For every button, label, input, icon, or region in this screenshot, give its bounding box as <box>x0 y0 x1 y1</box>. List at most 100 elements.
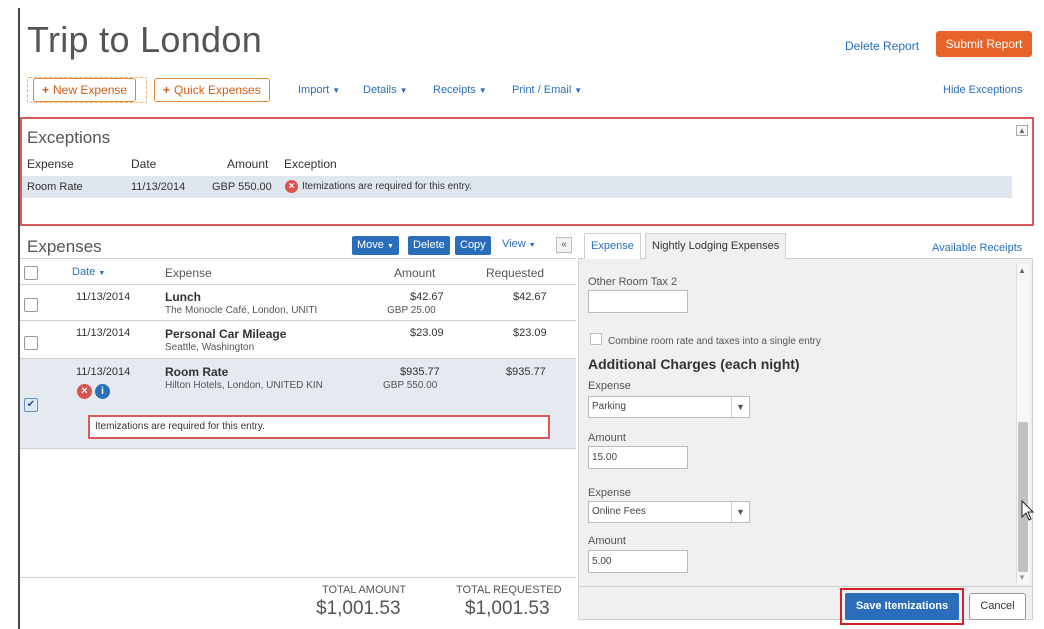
row-checkbox[interactable] <box>24 298 38 312</box>
row-expense-name[interactable]: Room Rate <box>165 365 228 379</box>
copy-button[interactable]: Copy <box>455 236 491 255</box>
row-expense-name[interactable]: Lunch <box>165 290 201 304</box>
view-label: View <box>502 238 526 250</box>
receipts-menu[interactable]: Receipts ▼ <box>433 84 487 96</box>
col-requested-header[interactable]: Requested <box>486 266 544 280</box>
col-expense-header[interactable]: Expense <box>165 266 212 280</box>
row-amount: $23.09 <box>410 327 444 339</box>
print-email-label: Print / Email <box>512 84 572 96</box>
row-exception-message: Itemizations are required for this entry… <box>88 415 550 439</box>
page-title: Trip to London <box>27 19 263 60</box>
totals-divider <box>20 577 576 578</box>
tab-nightly-lodging[interactable]: Nightly Lodging Expenses <box>645 233 787 259</box>
caret-down-icon: ▼ <box>528 242 536 249</box>
charge1-expense-select[interactable]: Parking ▼ <box>588 396 750 418</box>
quick-expenses-button[interactable]: + Quick Expenses <box>154 78 270 102</box>
row-date: 11/13/2014 <box>76 291 131 303</box>
row-expense-detail: Seattle, Washington <box>165 342 255 353</box>
receipts-label: Receipts <box>433 84 476 96</box>
cancel-button[interactable]: Cancel <box>969 593 1026 620</box>
exceptions-row-date: 11/13/2014 <box>131 181 186 193</box>
grid-header-divider <box>20 284 576 285</box>
error-icon: × <box>285 180 298 193</box>
import-label: Import <box>298 84 330 96</box>
delete-report-link[interactable]: Delete Report <box>845 39 919 53</box>
additional-charges-heading: Additional Charges (each night) <box>588 356 800 372</box>
caret-down-icon: ▼ <box>478 86 487 95</box>
row-checkbox[interactable] <box>24 336 38 350</box>
combine-label: Combine room rate and taxes into a singl… <box>608 336 821 347</box>
exceptions-col-exception: Exception <box>284 157 337 171</box>
charge1-expense-value: Parking <box>592 401 626 412</box>
chevron-down-icon: ▼ <box>731 397 749 417</box>
plus-icon: + <box>163 83 171 97</box>
charge1-amount-input[interactable]: 15.00 <box>588 446 688 469</box>
charge2-expense-label: Expense <box>588 487 631 499</box>
row-checkbox-checked[interactable]: ✔ <box>24 398 38 412</box>
scroll-down-icon[interactable]: ▼ <box>1018 573 1026 582</box>
exceptions-col-date: Date <box>131 157 157 171</box>
col-amount-header[interactable]: Amount <box>394 266 435 280</box>
caret-down-icon: ▼ <box>332 86 341 95</box>
hide-exceptions-link[interactable]: Hide Exceptions <box>943 84 1023 96</box>
quick-expenses-label: Quick Expenses <box>174 83 261 97</box>
other-room-tax-input[interactable] <box>588 290 688 313</box>
window-edge <box>18 8 20 629</box>
exceptions-col-amount: Amount <box>227 157 269 171</box>
charge2-expense-select[interactable]: Online Fees ▼ <box>588 501 750 523</box>
move-button[interactable]: Move ▼ <box>352 236 399 255</box>
scroll-up-icon[interactable]: ▲ <box>1018 266 1026 275</box>
available-receipts-link[interactable]: Available Receipts <box>932 242 1022 254</box>
charge2-amount-label: Amount <box>588 535 626 547</box>
row-expense-detail: Hilton Hotels, London, UNITED KIN <box>165 380 323 391</box>
info-icon[interactable]: i <box>95 384 110 399</box>
new-expense-button[interactable]: + New Expense <box>33 78 137 102</box>
delete-button[interactable]: Delete <box>408 236 450 255</box>
total-requested-label: TOTAL REQUESTED <box>456 584 562 596</box>
mouse-pointer-icon <box>1021 500 1035 521</box>
submit-report-button[interactable]: Submit Report <box>936 31 1032 57</box>
combine-checkbox[interactable] <box>590 333 602 345</box>
row-amount-foreign: GBP 550.00 <box>383 380 438 391</box>
chevron-down-icon: ▼ <box>731 502 749 522</box>
double-chevron-left-icon[interactable]: « <box>556 237 572 253</box>
select-all-checkbox[interactable] <box>24 266 38 280</box>
row-date: 11/13/2014 <box>76 366 131 378</box>
col-date-header[interactable]: Date ▼ <box>72 266 105 278</box>
exceptions-row-expense: Room Rate <box>27 181 83 193</box>
collapse-up-icon[interactable]: ▲ <box>1016 125 1028 136</box>
row-requested: $935.77 <box>506 366 546 378</box>
row-date: 11/13/2014 <box>76 327 131 339</box>
view-menu[interactable]: View ▼ <box>502 238 536 250</box>
exceptions-col-expense: Expense <box>27 157 74 171</box>
print-email-menu[interactable]: Print / Email ▼ <box>512 84 582 96</box>
caret-down-icon: ▼ <box>399 86 408 95</box>
plus-icon: + <box>42 83 50 97</box>
exceptions-panel <box>20 117 1034 226</box>
row-amount: $42.67 <box>410 291 444 303</box>
expenses-title: Expenses <box>27 237 102 256</box>
total-amount-value: $1,001.53 <box>316 598 401 619</box>
error-icon[interactable]: × <box>77 384 92 399</box>
move-label: Move <box>357 239 384 251</box>
total-requested-value: $1,001.53 <box>465 598 550 619</box>
scrollbar-thumb[interactable] <box>1018 422 1028 572</box>
details-label: Details <box>363 84 397 96</box>
import-menu[interactable]: Import ▼ <box>298 84 340 96</box>
panel-footer-divider <box>578 586 1033 587</box>
grid-top-divider <box>20 258 576 259</box>
row-expense-name[interactable]: Personal Car Mileage <box>165 327 286 341</box>
save-itemizations-button[interactable]: Save Itemizations <box>845 593 959 620</box>
col-date-label: Date <box>72 266 96 278</box>
new-expense-label: New Expense <box>53 83 128 97</box>
tab-expense[interactable]: Expense <box>584 233 641 259</box>
caret-down-icon: ▼ <box>386 243 394 250</box>
details-menu[interactable]: Details ▼ <box>363 84 408 96</box>
row-amount-foreign: GBP 25.00 <box>387 305 436 316</box>
exceptions-row-amount: GBP 550.00 <box>212 181 272 193</box>
row-requested: $42.67 <box>513 291 547 303</box>
charge2-expense-value: Online Fees <box>592 506 646 517</box>
charge2-amount-input[interactable]: 5.00 <box>588 550 688 573</box>
exceptions-row-message: Itemizations are required for this entry… <box>302 181 472 192</box>
caret-down-icon: ▼ <box>574 86 583 95</box>
